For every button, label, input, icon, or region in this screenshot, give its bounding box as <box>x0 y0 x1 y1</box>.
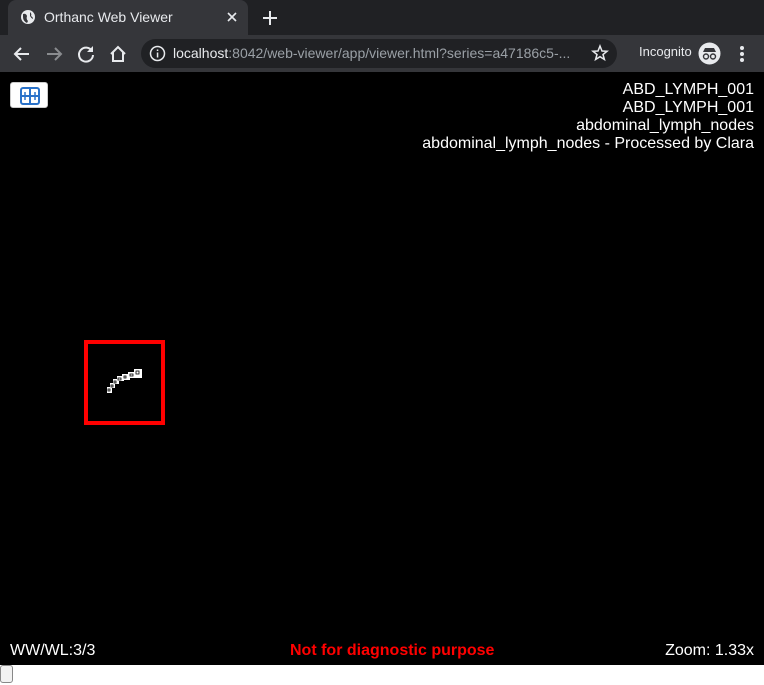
slice-slider-thumb[interactable] <box>0 665 13 683</box>
layout-button[interactable] <box>10 82 48 108</box>
address-bar[interactable]: localhost:8042/web-viewer/app/viewer.htm… <box>141 39 617 68</box>
slice-slider[interactable] <box>0 665 764 685</box>
reload-icon[interactable] <box>75 43 97 65</box>
star-icon[interactable] <box>591 44 609 62</box>
incognito-label: Incognito <box>639 44 692 59</box>
patient-info: ABD_LYMPH_001 ABD_LYMPH_001 abdominal_ly… <box>422 81 754 153</box>
close-icon[interactable] <box>224 9 240 25</box>
roi-highlight-box <box>84 340 165 425</box>
info-icon[interactable] <box>149 45 166 62</box>
url-text[interactable]: localhost:8042/web-viewer/app/viewer.htm… <box>173 45 570 61</box>
url-host: localhost <box>173 45 229 61</box>
zoom-readout: Zoom: 1.33x <box>665 642 754 659</box>
browser-toolbar: localhost:8042/web-viewer/app/viewer.htm… <box>0 35 764 72</box>
home-icon[interactable] <box>107 43 129 65</box>
url-rest: :8042/web-viewer/app/viewer.html?series=… <box>228 45 571 61</box>
forward-icon[interactable] <box>43 43 65 65</box>
image-region <box>84 340 166 425</box>
tab-title: Orthanc Web Viewer <box>44 9 173 25</box>
globe-icon <box>21 10 35 24</box>
diagnostic-warning: Not for diagnostic purpose <box>290 642 495 659</box>
window-level-readout: WW/WL:3/3 <box>10 642 96 659</box>
series-description: abdominal_lymph_nodes - Processed by Cla… <box>422 135 754 152</box>
incognito-icon[interactable] <box>698 42 721 65</box>
plus-icon[interactable] <box>260 8 280 28</box>
browser-tabstrip: Orthanc Web Viewer <box>0 0 764 35</box>
browser-tab[interactable]: Orthanc Web Viewer <box>8 0 248 35</box>
dicom-viewport[interactable]: ABD_LYMPH_001 ABD_LYMPH_001 abdominal_ly… <box>0 72 764 685</box>
layout-grid-icon <box>20 87 40 105</box>
back-icon[interactable] <box>11 43 33 65</box>
patient-name: ABD_LYMPH_001 <box>622 99 754 116</box>
study-description: abdominal_lymph_nodes <box>576 117 754 134</box>
patient-id: ABD_LYMPH_001 <box>622 81 754 98</box>
menu-icon[interactable] <box>734 43 750 65</box>
